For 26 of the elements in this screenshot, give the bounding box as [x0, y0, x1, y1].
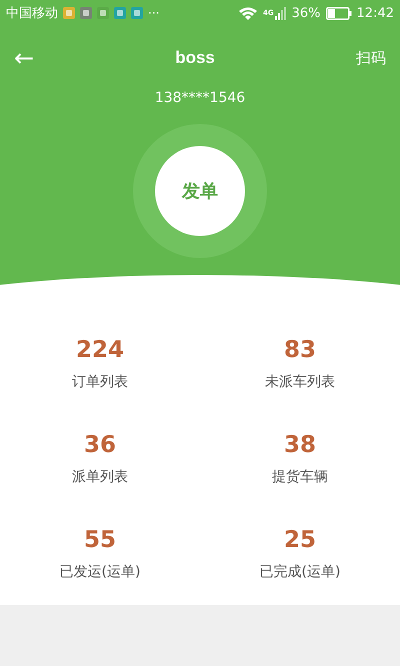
signal-icon — [274, 6, 287, 20]
stat-link[interactable]: 已完成(运单) — [260, 563, 340, 581]
stat-link[interactable]: 已发运(运单) — [60, 563, 140, 581]
stat-link[interactable]: 订单列表 — [72, 373, 128, 391]
stat-count: 55 — [84, 527, 116, 553]
stat-count: 38 — [284, 432, 316, 458]
carrier-name: 中国移动 — [6, 5, 58, 22]
phone-number: 138****1546 — [154, 90, 246, 106]
stat-link[interactable]: 派单列表 — [72, 468, 128, 486]
notification-icon — [63, 7, 75, 19]
stat-link[interactable]: 提货车辆 — [272, 468, 328, 486]
stat-count: 224 — [76, 337, 124, 363]
page-title: boss — [175, 48, 215, 68]
more-notifications: ··· — [148, 6, 160, 20]
notification-icon — [97, 7, 109, 19]
stat-count: 36 — [84, 432, 116, 458]
stat-link[interactable]: 未派车列表 — [265, 373, 335, 391]
wifi-icon — [238, 6, 258, 20]
stat-count: 25 — [284, 527, 316, 553]
clock-time: 12:42 — [356, 6, 394, 20]
notification-icon — [131, 7, 143, 19]
battery-percent: 36% — [292, 6, 321, 20]
notification-icon — [80, 7, 92, 19]
notification-icon — [114, 7, 126, 19]
battery-icon — [326, 6, 352, 20]
stat-count: 83 — [284, 337, 316, 363]
